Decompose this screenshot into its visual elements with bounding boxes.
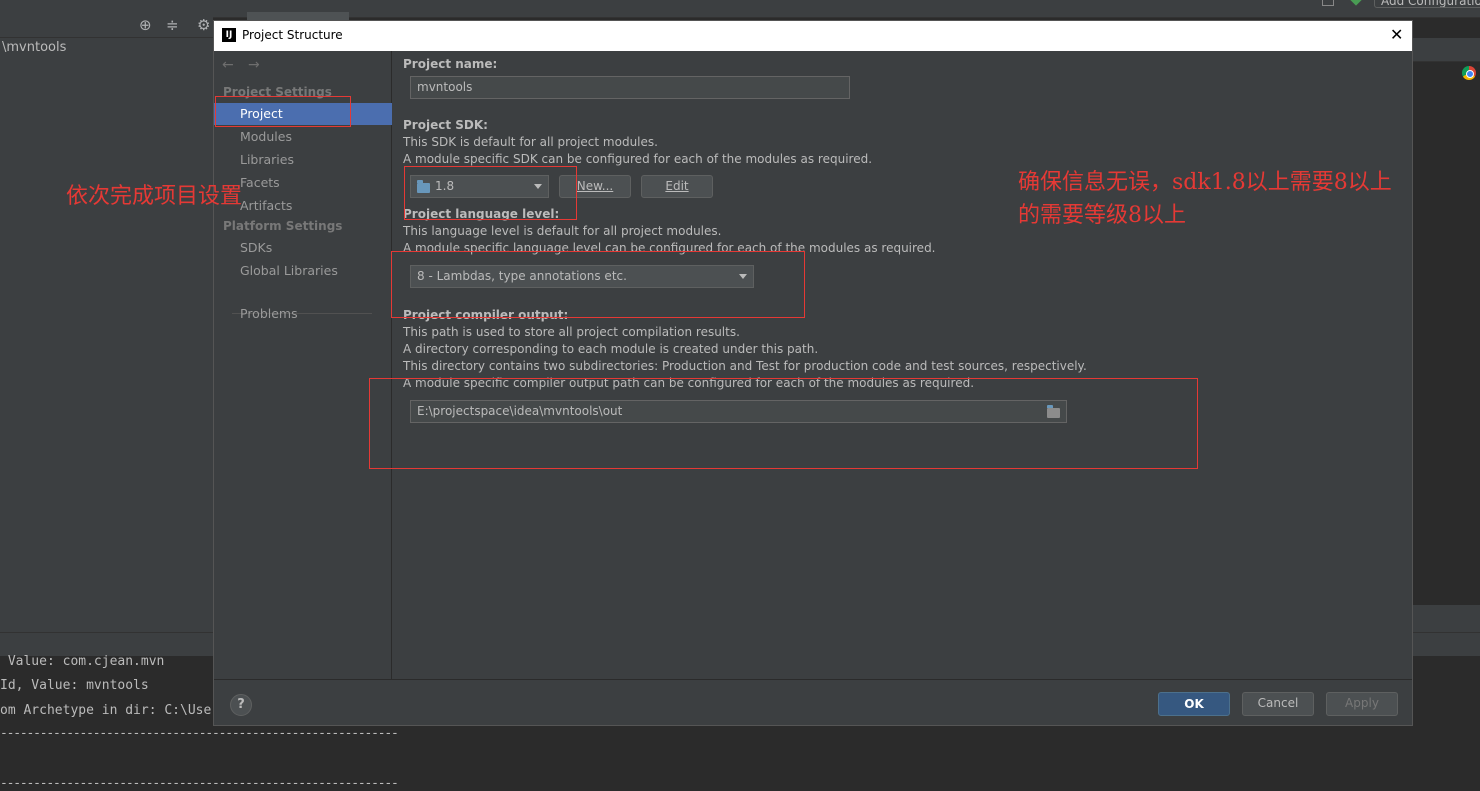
project-tool-window [0, 18, 213, 632]
language-level-description: A module specific language level can be … [403, 241, 936, 255]
project-name-label: Project name: [403, 57, 498, 71]
compiler-output-input[interactable]: E:\projectspace\idea\mvntools\out [410, 400, 1067, 423]
ok-button[interactable]: OK [1158, 692, 1230, 716]
project-sdk-value: 1.8 [435, 179, 455, 193]
dialog-title: Project Structure [242, 28, 343, 42]
console-line: ----------------------------------------… [0, 776, 399, 791]
sidebar-item-global-libraries[interactable]: Global Libraries [214, 260, 392, 282]
console-line: Value: com.cjean.mvn [0, 654, 165, 669]
chevron-down-icon [534, 184, 542, 189]
project-structure-dialog: IJ Project Structure ✕ ← → Project Setti… [213, 20, 1413, 726]
intellij-icon: IJ [222, 28, 236, 42]
console-line: om Archetype in dir: C:\User [0, 703, 220, 718]
close-icon[interactable]: ✕ [1390, 25, 1403, 44]
language-level-description: This language level is default for all p… [403, 224, 722, 238]
layout-icon[interactable] [1322, 0, 1334, 6]
dialog-footer: ? OK Cancel Apply [214, 679, 1412, 725]
apply-button[interactable]: Apply [1326, 692, 1398, 716]
console-line: ----------------------------------------… [0, 726, 399, 741]
forward-arrow-icon[interactable]: → [248, 57, 260, 73]
sidebar-item-libraries[interactable]: Libraries [214, 149, 392, 171]
help-button[interactable]: ? [230, 694, 252, 716]
sidebar-item-sdks[interactable]: SDKs [214, 237, 392, 259]
new-sdk-button[interactable]: New... [559, 175, 631, 198]
annotation-note-right-2: 的需要等级8以上 [1018, 203, 1186, 228]
project-tool-window-toolbar: ⊕ ≑ ⚙ [0, 12, 213, 38]
compiler-output-description: A directory corresponding to each module… [403, 342, 819, 356]
chrome-icon[interactable] [1462, 66, 1476, 80]
chevron-down-icon [739, 274, 747, 279]
annotation-note-right-1: 确保信息无误，sdk1.8以上需要8以上 [1018, 170, 1392, 195]
project-tree-root[interactable]: \mvntools [2, 40, 66, 55]
language-level-value: 8 - Lambdas, type annotations etc. [417, 269, 627, 283]
project-sdk-label: Project SDK: [403, 118, 488, 132]
locate-icon[interactable]: ⊕ [139, 16, 152, 34]
back-arrow-icon[interactable]: ← [222, 57, 234, 73]
settings-sidebar: ← → Project Settings Project Modules Lib… [214, 51, 392, 679]
gear-icon[interactable]: ⚙ [197, 16, 210, 34]
project-settings-header: Project Settings [223, 85, 332, 99]
project-settings-panel: Project name: mvntools Project SDK: This… [393, 51, 1412, 679]
cancel-button[interactable]: Cancel [1242, 692, 1314, 716]
compiler-output-description: This path is used to store all project c… [403, 325, 740, 339]
platform-settings-header: Platform Settings [223, 219, 343, 233]
language-level-select[interactable]: 8 - Lambdas, type annotations etc. [410, 265, 754, 288]
compiler-output-description: A module specific compiler output path c… [403, 376, 975, 390]
project-name-input[interactable]: mvntools [410, 76, 850, 99]
language-level-label: Project language level: [403, 207, 560, 221]
console-line: Id, Value: mvntools [0, 678, 149, 693]
compiler-output-value: E:\projectspace\idea\mvntools\out [417, 404, 623, 418]
project-sdk-select[interactable]: 1.8 [410, 175, 549, 198]
folder-icon [417, 180, 430, 193]
compiler-output-description: This directory contains two subdirectori… [403, 359, 1087, 373]
ide-top-bar [0, 0, 1480, 18]
sidebar-item-project[interactable]: Project [214, 103, 392, 125]
edit-sdk-button[interactable]: Edit [641, 175, 713, 198]
collapse-icon[interactable]: ≑ [166, 16, 179, 34]
sdk-description: This SDK is default for all project modu… [403, 135, 658, 149]
annotation-note-left: 依次完成项目设置 [66, 184, 243, 209]
editor-tab-bar [1413, 38, 1480, 62]
add-configuration-button[interactable]: Add Configuration... [1374, 0, 1480, 8]
sdk-description: A module specific SDK can be configured … [403, 152, 873, 166]
editor-area [1413, 18, 1480, 632]
dialog-titlebar[interactable]: IJ Project Structure ✕ [214, 21, 1412, 51]
browse-folder-icon[interactable] [1047, 405, 1060, 418]
sidebar-item-modules[interactable]: Modules [214, 126, 392, 148]
compiler-output-label: Project compiler output: [403, 308, 569, 322]
sidebar-item-problems[interactable]: Problems [214, 303, 392, 325]
